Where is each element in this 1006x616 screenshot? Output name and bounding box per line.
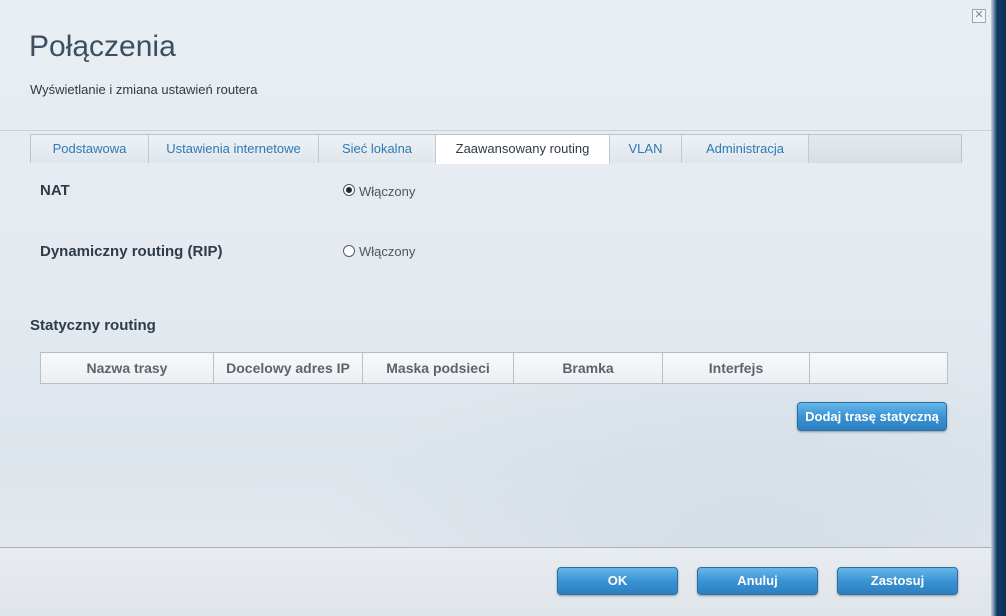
rip-enabled-label: Włączony [359, 244, 416, 259]
tab-label: Zaawansowany routing [455, 141, 590, 156]
header-divider [0, 130, 991, 131]
tab-label: Sieć lokalna [341, 141, 413, 156]
page-subtitle: Wyświetlanie i zmiana ustawień routera [30, 82, 258, 97]
tab-vlan[interactable]: VLAN [610, 135, 682, 163]
background-edge [991, 0, 1006, 616]
column-header-interface: Interfejs [662, 352, 810, 384]
apply-button[interactable]: Zastosuj [837, 567, 958, 595]
rip-enabled-radio[interactable] [343, 245, 355, 257]
nat-enabled-label: Włączony [359, 184, 416, 199]
nat-label: NAT [40, 182, 70, 199]
router-dialog: ✕ Połączenia Wyświetlanie i zmiana ustaw… [0, 0, 991, 616]
tab-label: Ustawienia internetowe [166, 141, 301, 156]
tab-label: VLAN [628, 141, 663, 156]
rip-label: Dynamiczny routing (RIP) [40, 243, 223, 260]
nat-enabled-radio[interactable] [343, 184, 355, 196]
column-header-gateway: Bramka [513, 352, 663, 384]
page-title: Połączenia [29, 30, 176, 63]
tab-bar: Podstawowa Ustawienia internetowe Sieć l… [30, 134, 962, 164]
cancel-button[interactable]: Anuluj [697, 567, 818, 595]
add-static-route-button[interactable]: Dodaj trasę statyczną [797, 402, 947, 431]
ok-button[interactable]: OK [557, 567, 678, 595]
dialog-footer: OK Anuluj Zastosuj [0, 548, 991, 616]
tab-zaawansowany-routing[interactable]: Zaawansowany routing [436, 135, 610, 164]
column-header-destination-ip: Docelowy adres IP [213, 352, 363, 384]
static-routes-table: Nazwa trasy Docelowy adres IP Maska pods… [40, 352, 948, 384]
static-routing-title: Statyczny routing [30, 317, 156, 334]
tab-siec-lokalna[interactable]: Sieć lokalna [319, 135, 436, 163]
close-icon[interactable]: ✕ [972, 9, 986, 23]
tab-podstawowa[interactable]: Podstawowa [31, 135, 149, 163]
tab-label: Podstawowa [52, 141, 127, 156]
column-header-route-name: Nazwa trasy [40, 352, 214, 384]
tab-administracja[interactable]: Administracja [682, 135, 809, 163]
tab-ustawienia-internetowe[interactable]: Ustawienia internetowe [149, 135, 319, 163]
tab-label: Administracja [705, 141, 785, 156]
column-header-actions [809, 352, 948, 384]
column-header-subnet-mask: Maska podsieci [362, 352, 514, 384]
